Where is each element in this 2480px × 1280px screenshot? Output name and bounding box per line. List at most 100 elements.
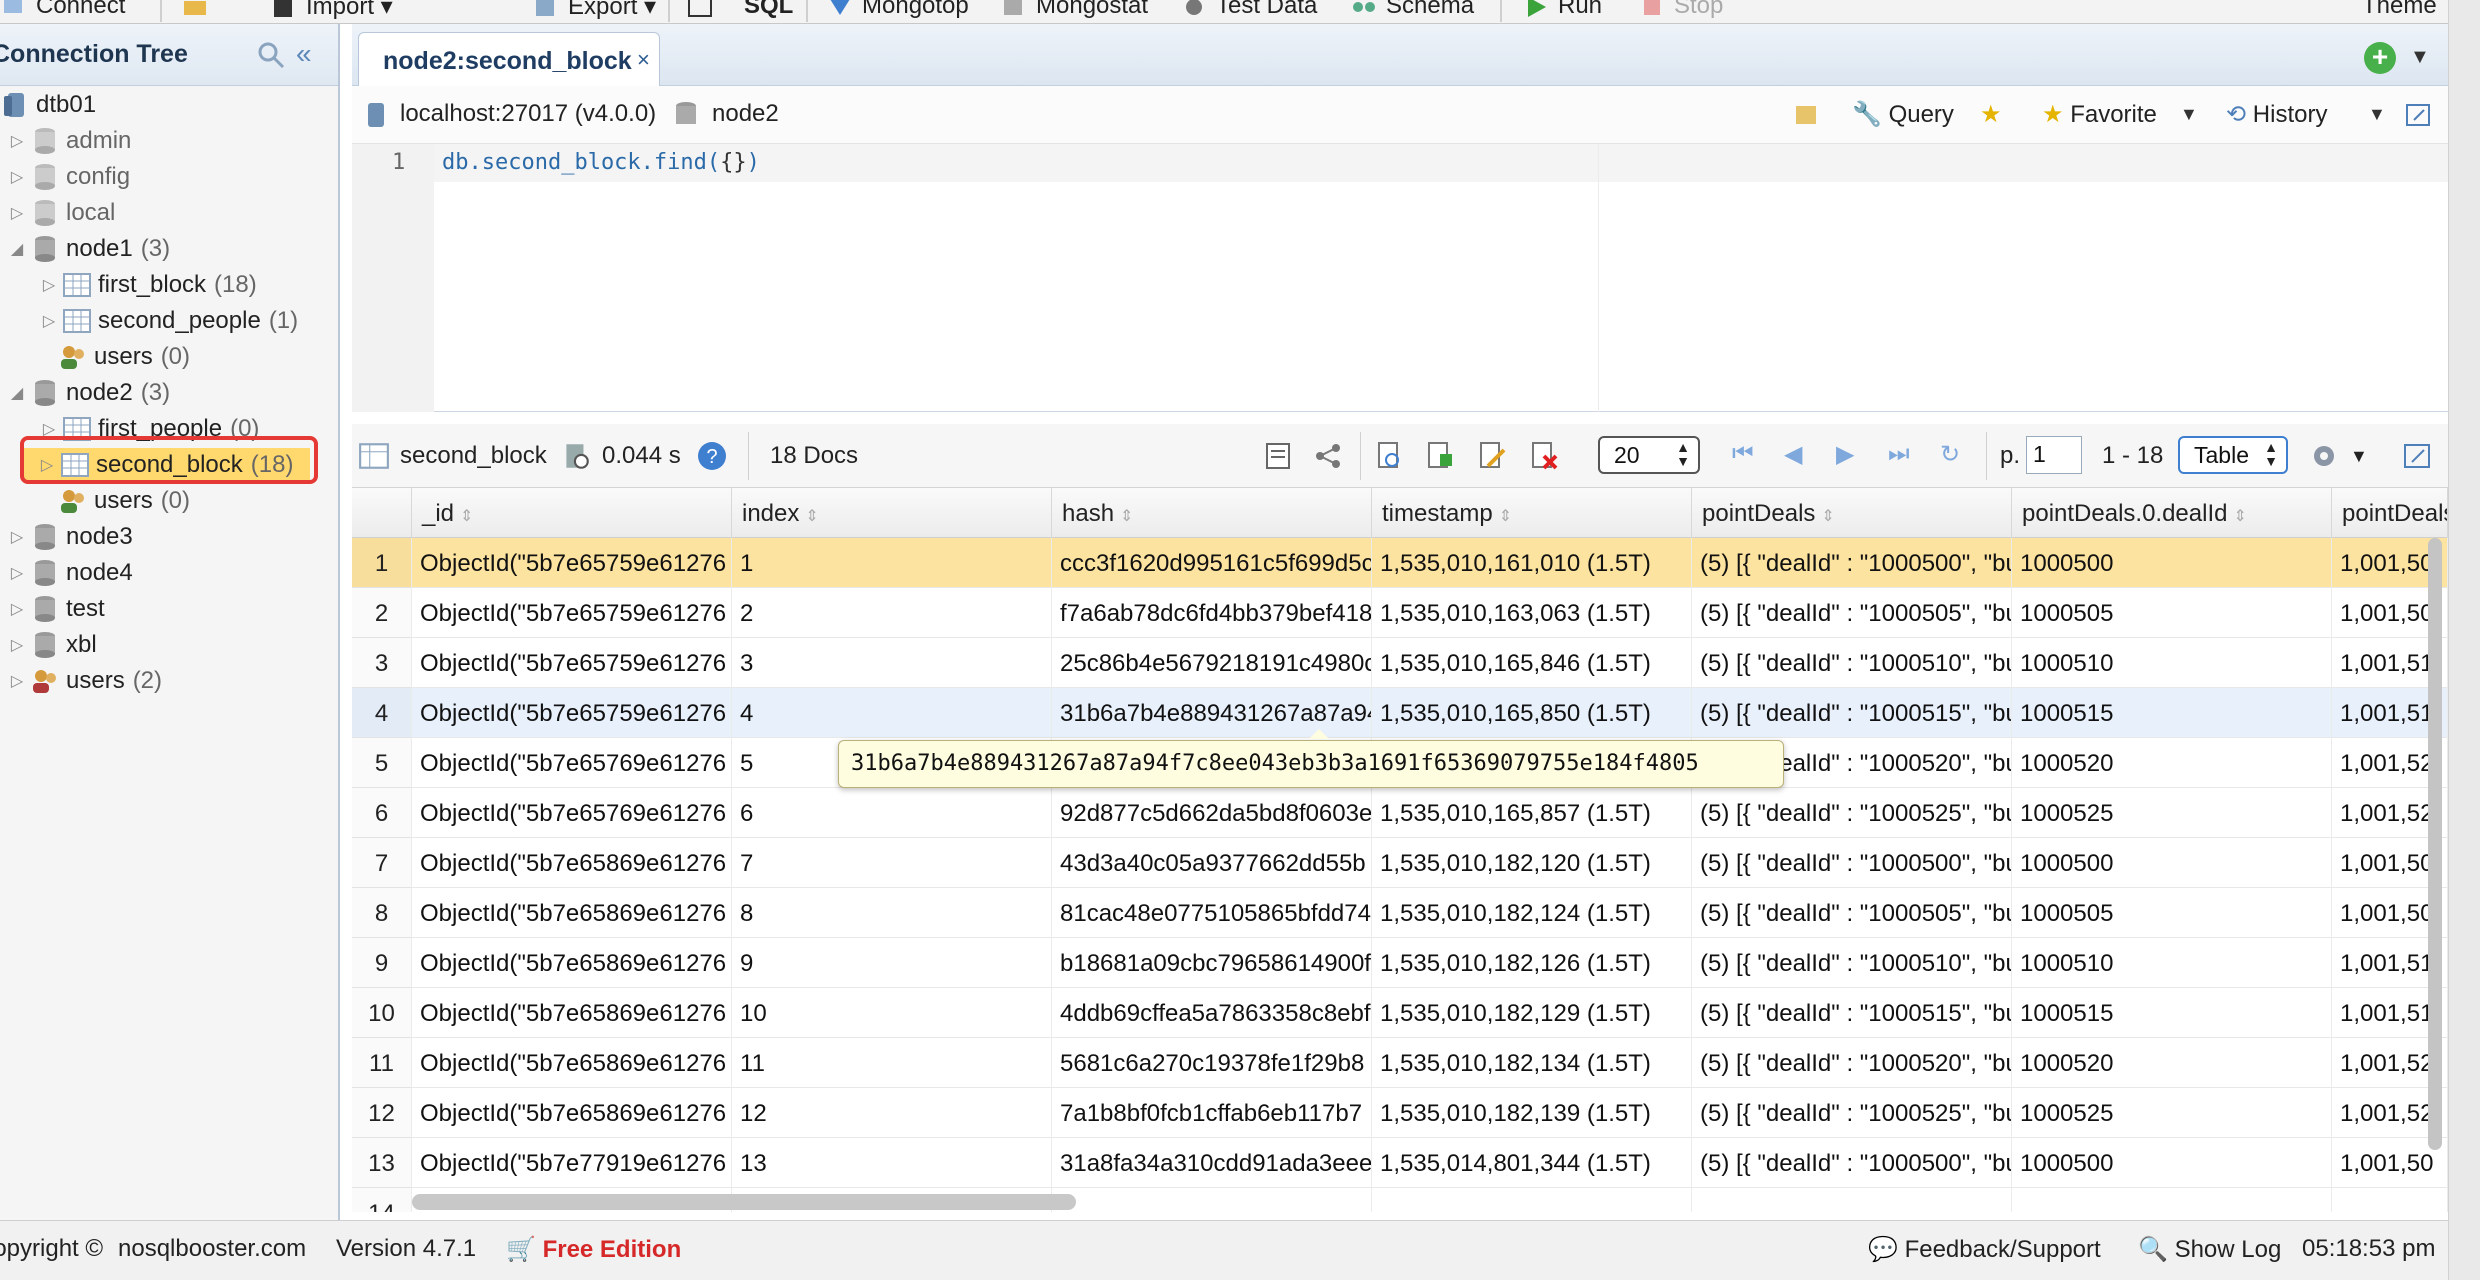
table-row[interactable]: 13 ObjectId("5b7e77919e61276 13 31a8fa34a31… — [352, 1138, 2448, 1188]
cell-id[interactable]: ObjectId("5b7e65869e61276 — [412, 938, 732, 988]
column-header-id[interactable]: _id ⇕ — [412, 488, 732, 538]
column-header-pointdeals-dealid[interactable]: pointDeals.0.dealId ⇕ — [2012, 488, 2332, 538]
mongotop-button[interactable]: Mongotop — [826, 0, 969, 20]
cell-hash[interactable]: 31a8fa34a310cdd91ada3eee — [1052, 1138, 1372, 1188]
cell-hash[interactable]: 43d3a40c05a9377662dd55b — [1052, 838, 1372, 888]
row-number[interactable]: 8 — [352, 888, 412, 938]
row-number[interactable]: 4 — [352, 688, 412, 738]
cell-hash[interactable]: 25c86b4e5679218191c4980c — [1052, 638, 1372, 688]
cell-hash[interactable]: b18681a09cbc79658614900f — [1052, 938, 1372, 988]
column-header-pointdeals-2[interactable]: pointDeals — [2332, 488, 2448, 538]
tree-item-collection-second-people[interactable]: ▷ second_people (1) — [40, 304, 298, 338]
cell-timestamp[interactable]: 1,535,010,182,126 (1.5T) — [1372, 938, 1692, 988]
table-row[interactable]: 8 ObjectId("5b7e65869e61276 8 81cac48e07751… — [352, 888, 2448, 938]
tree-item-server-users[interactable]: ▷ users (2) — [8, 664, 162, 698]
cell-dealid[interactable]: 1000505 — [2012, 588, 2332, 638]
cell-pointdeals[interactable]: (5) [{ "dealId" : "1000510", "bu — [1692, 938, 2012, 988]
cell-index[interactable]: 2 — [732, 588, 1052, 638]
history-dropdown-icon[interactable]: ▼ — [2368, 104, 2386, 125]
cell-timestamp[interactable]: 1,535,010,182,129 (1.5T) — [1372, 988, 1692, 1038]
cell-timestamp[interactable]: 1,535,010,165,846 (1.5T) — [1372, 638, 1692, 688]
cell-dealid[interactable]: 1000505 — [2012, 888, 2332, 938]
cell-pointdeals[interactable]: (5) [{ "dealId" : "1000500", "bu — [1692, 838, 2012, 888]
cell-id[interactable]: ObjectId("5b7e65769e61276 — [412, 788, 732, 838]
row-number[interactable]: 11 — [352, 1038, 412, 1088]
column-header-pointdeals[interactable]: pointDeals ⇕ — [1692, 488, 2012, 538]
cell-dealid[interactable]: 1000515 — [2012, 988, 2332, 1038]
tree-item-db-node3[interactable]: ▷ node3 — [8, 520, 133, 554]
table-row[interactable]: 3 ObjectId("5b7e65759e61276 3 25c86b4e56792… — [352, 638, 2448, 688]
stop-button[interactable]: Stop — [1638, 0, 1723, 20]
add-tab-icon[interactable]: + — [2364, 42, 2396, 74]
edit-document-icon[interactable] — [1476, 440, 1508, 472]
cell-timestamp[interactable]: 1,535,010,163,063 (1.5T) — [1372, 588, 1692, 638]
website-link[interactable]: nosqlbooster.com — [118, 1235, 306, 1263]
table-row[interactable]: 6 ObjectId("5b7e65769e61276 6 92d877c5d662d… — [352, 788, 2448, 838]
cell-dealid[interactable]: 1000510 — [2012, 638, 2332, 688]
tree-item-db-node2[interactable]: ◢ node2 (3) — [8, 376, 170, 410]
schema-button[interactable]: Schema — [1350, 0, 1474, 20]
code-editor[interactable]: 1 db.second_block.find({}) — [352, 144, 2448, 412]
row-number[interactable]: 6 — [352, 788, 412, 838]
show-log-button[interactable]: 🔍 Show Log — [2138, 1235, 2281, 1264]
open-folder-icon[interactable] — [182, 0, 218, 20]
cell-pointdeals[interactable]: (5) [{ "dealId" : "1000500", "bu — [1692, 1138, 2012, 1188]
previous-page-icon[interactable]: ◀ — [1784, 440, 1802, 469]
cell-pointdeals[interactable]: (5) [{ "dealId" : "1000505", "bu — [1692, 888, 2012, 938]
cell-id[interactable]: ObjectId("5b7e65869e61276 — [412, 1088, 732, 1138]
search-icon[interactable] — [256, 40, 286, 70]
cell-id[interactable]: ObjectId("5b7e65869e61276 — [412, 1038, 732, 1088]
export-button[interactable]: Export ▾ — [532, 0, 656, 21]
cell-timestamp[interactable]: 1,535,014,801,344 (1.5T) — [1372, 1138, 1692, 1188]
cell-dealid[interactable]: 1000500 — [2012, 1138, 2332, 1188]
cell-index[interactable]: 12 — [732, 1088, 1052, 1138]
cell-pointdeals[interactable]: (5) [{ "dealId" : "1000525", "bu — [1692, 788, 2012, 838]
theme-button[interactable]: Theme — [2362, 0, 2437, 20]
cell-id[interactable]: ObjectId("5b7e65869e61276 — [412, 838, 732, 888]
row-number[interactable]: 7 — [352, 838, 412, 888]
next-page-icon[interactable]: ▶ — [1836, 440, 1854, 469]
collapse-icon[interactable]: ◢ — [8, 239, 26, 259]
cell-timestamp[interactable]: 1,535,010,182,120 (1.5T) — [1372, 838, 1692, 888]
tree-item-db-xbl[interactable]: ▷ xbl — [8, 628, 97, 662]
expand-icon[interactable]: ▷ — [8, 671, 26, 691]
cell-hash[interactable]: 4ddb69cffea5a7863358c8ebf — [1052, 988, 1372, 1038]
cell-pointdeals[interactable]: (5) [{ "dealId" : "1000515", "bu — [1692, 688, 2012, 738]
expand-icon[interactable]: ▷ — [8, 563, 26, 583]
tree-item-collection-first-block[interactable]: ▷ first_block (18) — [40, 268, 257, 302]
cell-hash[interactable]: 5681c6a270c19378fe1f29b8 — [1052, 1038, 1372, 1088]
cell-dealid[interactable]: 1000525 — [2012, 788, 2332, 838]
table-row[interactable]: 11 ObjectId("5b7e65869e61276 11 5681c6a270c… — [352, 1038, 2448, 1088]
vertical-scrollbar[interactable] — [2428, 538, 2442, 1150]
view-mode-select[interactable]: Table ▲ ▼ — [2178, 436, 2288, 474]
row-number[interactable]: 10 — [352, 988, 412, 1038]
cell-id[interactable]: ObjectId("5b7e65869e61276 — [412, 988, 732, 1038]
row-number[interactable]: 13 — [352, 1138, 412, 1188]
cell-id[interactable]: ObjectId("5b7e77919e61276 — [412, 1138, 732, 1188]
cell-index[interactable]: 8 — [732, 888, 1052, 938]
cell-pointdeals[interactable]: (5) [{ "dealId" : "1000505", "bu — [1692, 588, 2012, 638]
cell-hash[interactable]: 81cac48e0775105865bfdd74 — [1052, 888, 1372, 938]
cell-dealid[interactable]: 1000510 — [2012, 938, 2332, 988]
first-page-icon[interactable]: ⏮ — [1732, 440, 1754, 468]
cell-dealid[interactable]: 1000520 — [2012, 1038, 2332, 1088]
cell-pointdeals[interactable] — [1692, 1188, 2012, 1212]
row-number[interactable]: 14 — [352, 1188, 412, 1212]
collapse-icon[interactable]: ◢ — [8, 383, 26, 403]
mongostat-button[interactable]: Mongostat — [1000, 0, 1148, 20]
table-row[interactable]: 10 ObjectId("5b7e65869e61276 10 4ddb69cffea… — [352, 988, 2448, 1038]
cell-index[interactable]: 1 — [732, 538, 1052, 588]
import-button[interactable]: Import ▾ — [270, 0, 393, 21]
cell-pointdeals[interactable]: (5) [{ "dealId" : "1000510", "bu — [1692, 638, 2012, 688]
expand-icon[interactable]: ▷ — [8, 527, 26, 547]
cell-dealid[interactable]: 1000520 — [2012, 738, 2332, 788]
expand-icon[interactable]: ▷ — [40, 275, 58, 295]
cell-timestamp[interactable]: 1,535,010,165,850 (1.5T) — [1372, 688, 1692, 738]
cell-timestamp[interactable] — [1372, 1188, 1692, 1212]
last-page-icon[interactable]: ⏭ — [1888, 440, 1910, 468]
row-number[interactable]: 2 — [352, 588, 412, 638]
cell-timestamp[interactable]: 1,535,010,182,124 (1.5T) — [1372, 888, 1692, 938]
column-header-hash[interactable]: hash ⇕ — [1052, 488, 1372, 538]
column-header-timestamp[interactable]: timestamp ⇕ — [1372, 488, 1692, 538]
tree-view-icon[interactable] — [1312, 440, 1344, 472]
